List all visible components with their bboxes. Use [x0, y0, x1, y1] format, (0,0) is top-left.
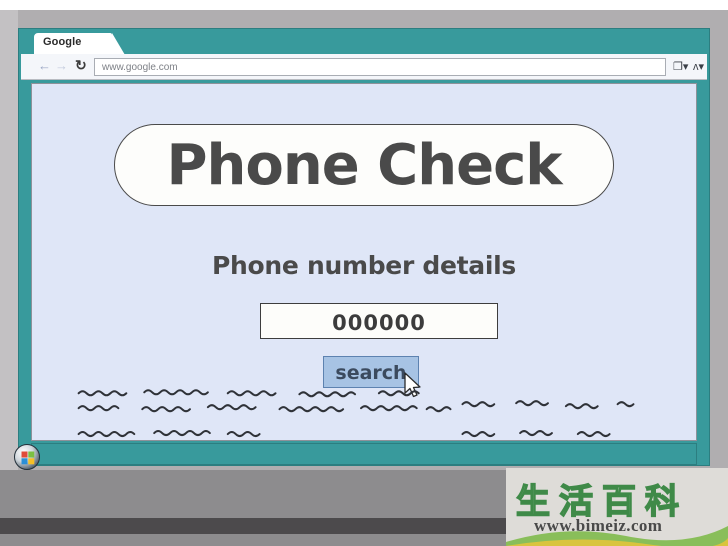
browser-tab-google[interactable]: Google — [34, 33, 125, 55]
page-viewport: Phone Check Phone number details 000000 … — [31, 83, 697, 441]
browser-window: Google ← → ↻ www.google.com ❐▾ ᴧ▾ Phone … — [18, 28, 710, 466]
back-arrow-icon[interactable]: ← — [38, 59, 51, 73]
start-button[interactable] — [14, 444, 40, 470]
address-bar[interactable]: www.google.com — [94, 58, 666, 76]
watermark-url: www.bimeiz.com — [534, 516, 663, 535]
watermark: 生活百科 www.bimeiz.com — [506, 468, 728, 546]
placeholder-text-squiggles — [77, 389, 635, 438]
browser-tab-label: Google — [43, 36, 82, 48]
wrench-menu-icon[interactable]: ᴧ▾ — [693, 60, 704, 73]
illustration-stage: Google ← → ↻ www.google.com ❐▾ ᴧ▾ Phone … — [0, 0, 728, 546]
monitor-bezel-highlight — [0, 10, 18, 470]
page-menu-icon[interactable]: ❐▾ — [673, 60, 688, 73]
browser-toolbar: ← → ↻ www.google.com ❐▾ ᴧ▾ — [21, 54, 707, 80]
taskbar — [31, 443, 697, 465]
address-bar-value: www.google.com — [102, 62, 178, 73]
forward-arrow-icon[interactable]: → — [55, 59, 68, 73]
reload-icon[interactable]: ↻ — [75, 58, 87, 72]
